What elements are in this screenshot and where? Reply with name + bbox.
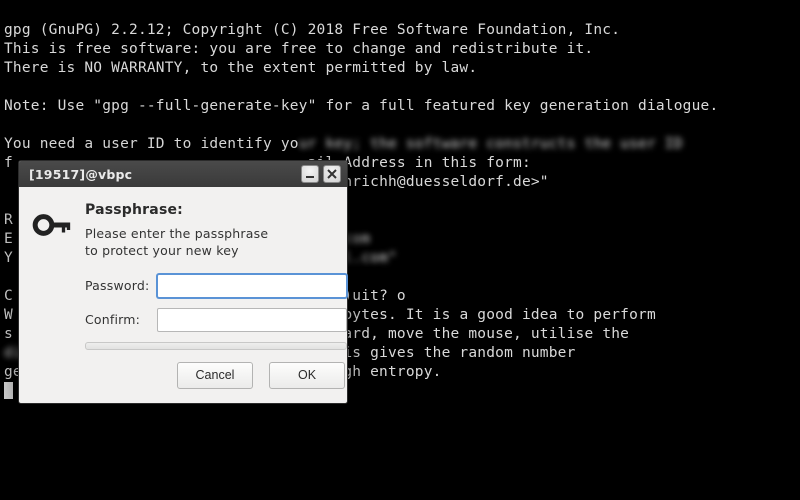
terminal-cursor bbox=[4, 382, 13, 399]
passphrase-strength-meter bbox=[85, 342, 347, 350]
minimize-button[interactable] bbox=[301, 165, 319, 183]
passphrase-dialog: [19517]@vbpc Passphrase: Please enter th… bbox=[18, 160, 348, 404]
terminal-line: W bbox=[4, 307, 13, 323]
password-input[interactable] bbox=[157, 274, 347, 298]
dialog-subtext: Please enter the passphrase to protect y… bbox=[85, 226, 275, 260]
terminal-line: f bbox=[4, 155, 13, 171]
confirm-input[interactable] bbox=[157, 308, 347, 332]
terminal-line: You need a user ID to identify yo bbox=[4, 136, 299, 152]
dialog-title: [19517]@vbpc bbox=[29, 165, 132, 184]
terminal-line: Note: Use "gpg --full-generate-key" for … bbox=[4, 98, 718, 114]
terminal-line: gpg (GnuPG) 2.2.12; Copyright (C) 2018 F… bbox=[4, 22, 620, 38]
close-button[interactable] bbox=[323, 165, 341, 183]
terminal-line: yboard, move the mouse, utilise the bbox=[317, 326, 630, 342]
dialog-titlebar[interactable]: [19517]@vbpc bbox=[19, 161, 347, 187]
terminal-line: C bbox=[4, 288, 13, 304]
terminal-line: E bbox=[4, 231, 13, 247]
terminal-line: There is NO WARRANTY, to the extent perm… bbox=[4, 60, 477, 76]
key-icon bbox=[31, 201, 71, 389]
ok-button[interactable]: OK bbox=[269, 362, 345, 389]
terminal-line: om bytes. It is a good idea to perform bbox=[317, 307, 656, 323]
cancel-button[interactable]: Cancel bbox=[177, 362, 253, 389]
password-label: Password: bbox=[85, 276, 157, 295]
terminal-line: This is free software: you are free to c… bbox=[4, 41, 593, 57]
terminal-line: Y bbox=[4, 250, 13, 266]
terminal-line: s bbox=[4, 326, 13, 342]
terminal-line: R bbox=[4, 212, 13, 228]
confirm-label: Confirm: bbox=[85, 310, 157, 329]
terminal-line-blurred: ur key; the software constructs the user… bbox=[299, 136, 683, 152]
dialog-heading: Passphrase: bbox=[85, 201, 347, 220]
